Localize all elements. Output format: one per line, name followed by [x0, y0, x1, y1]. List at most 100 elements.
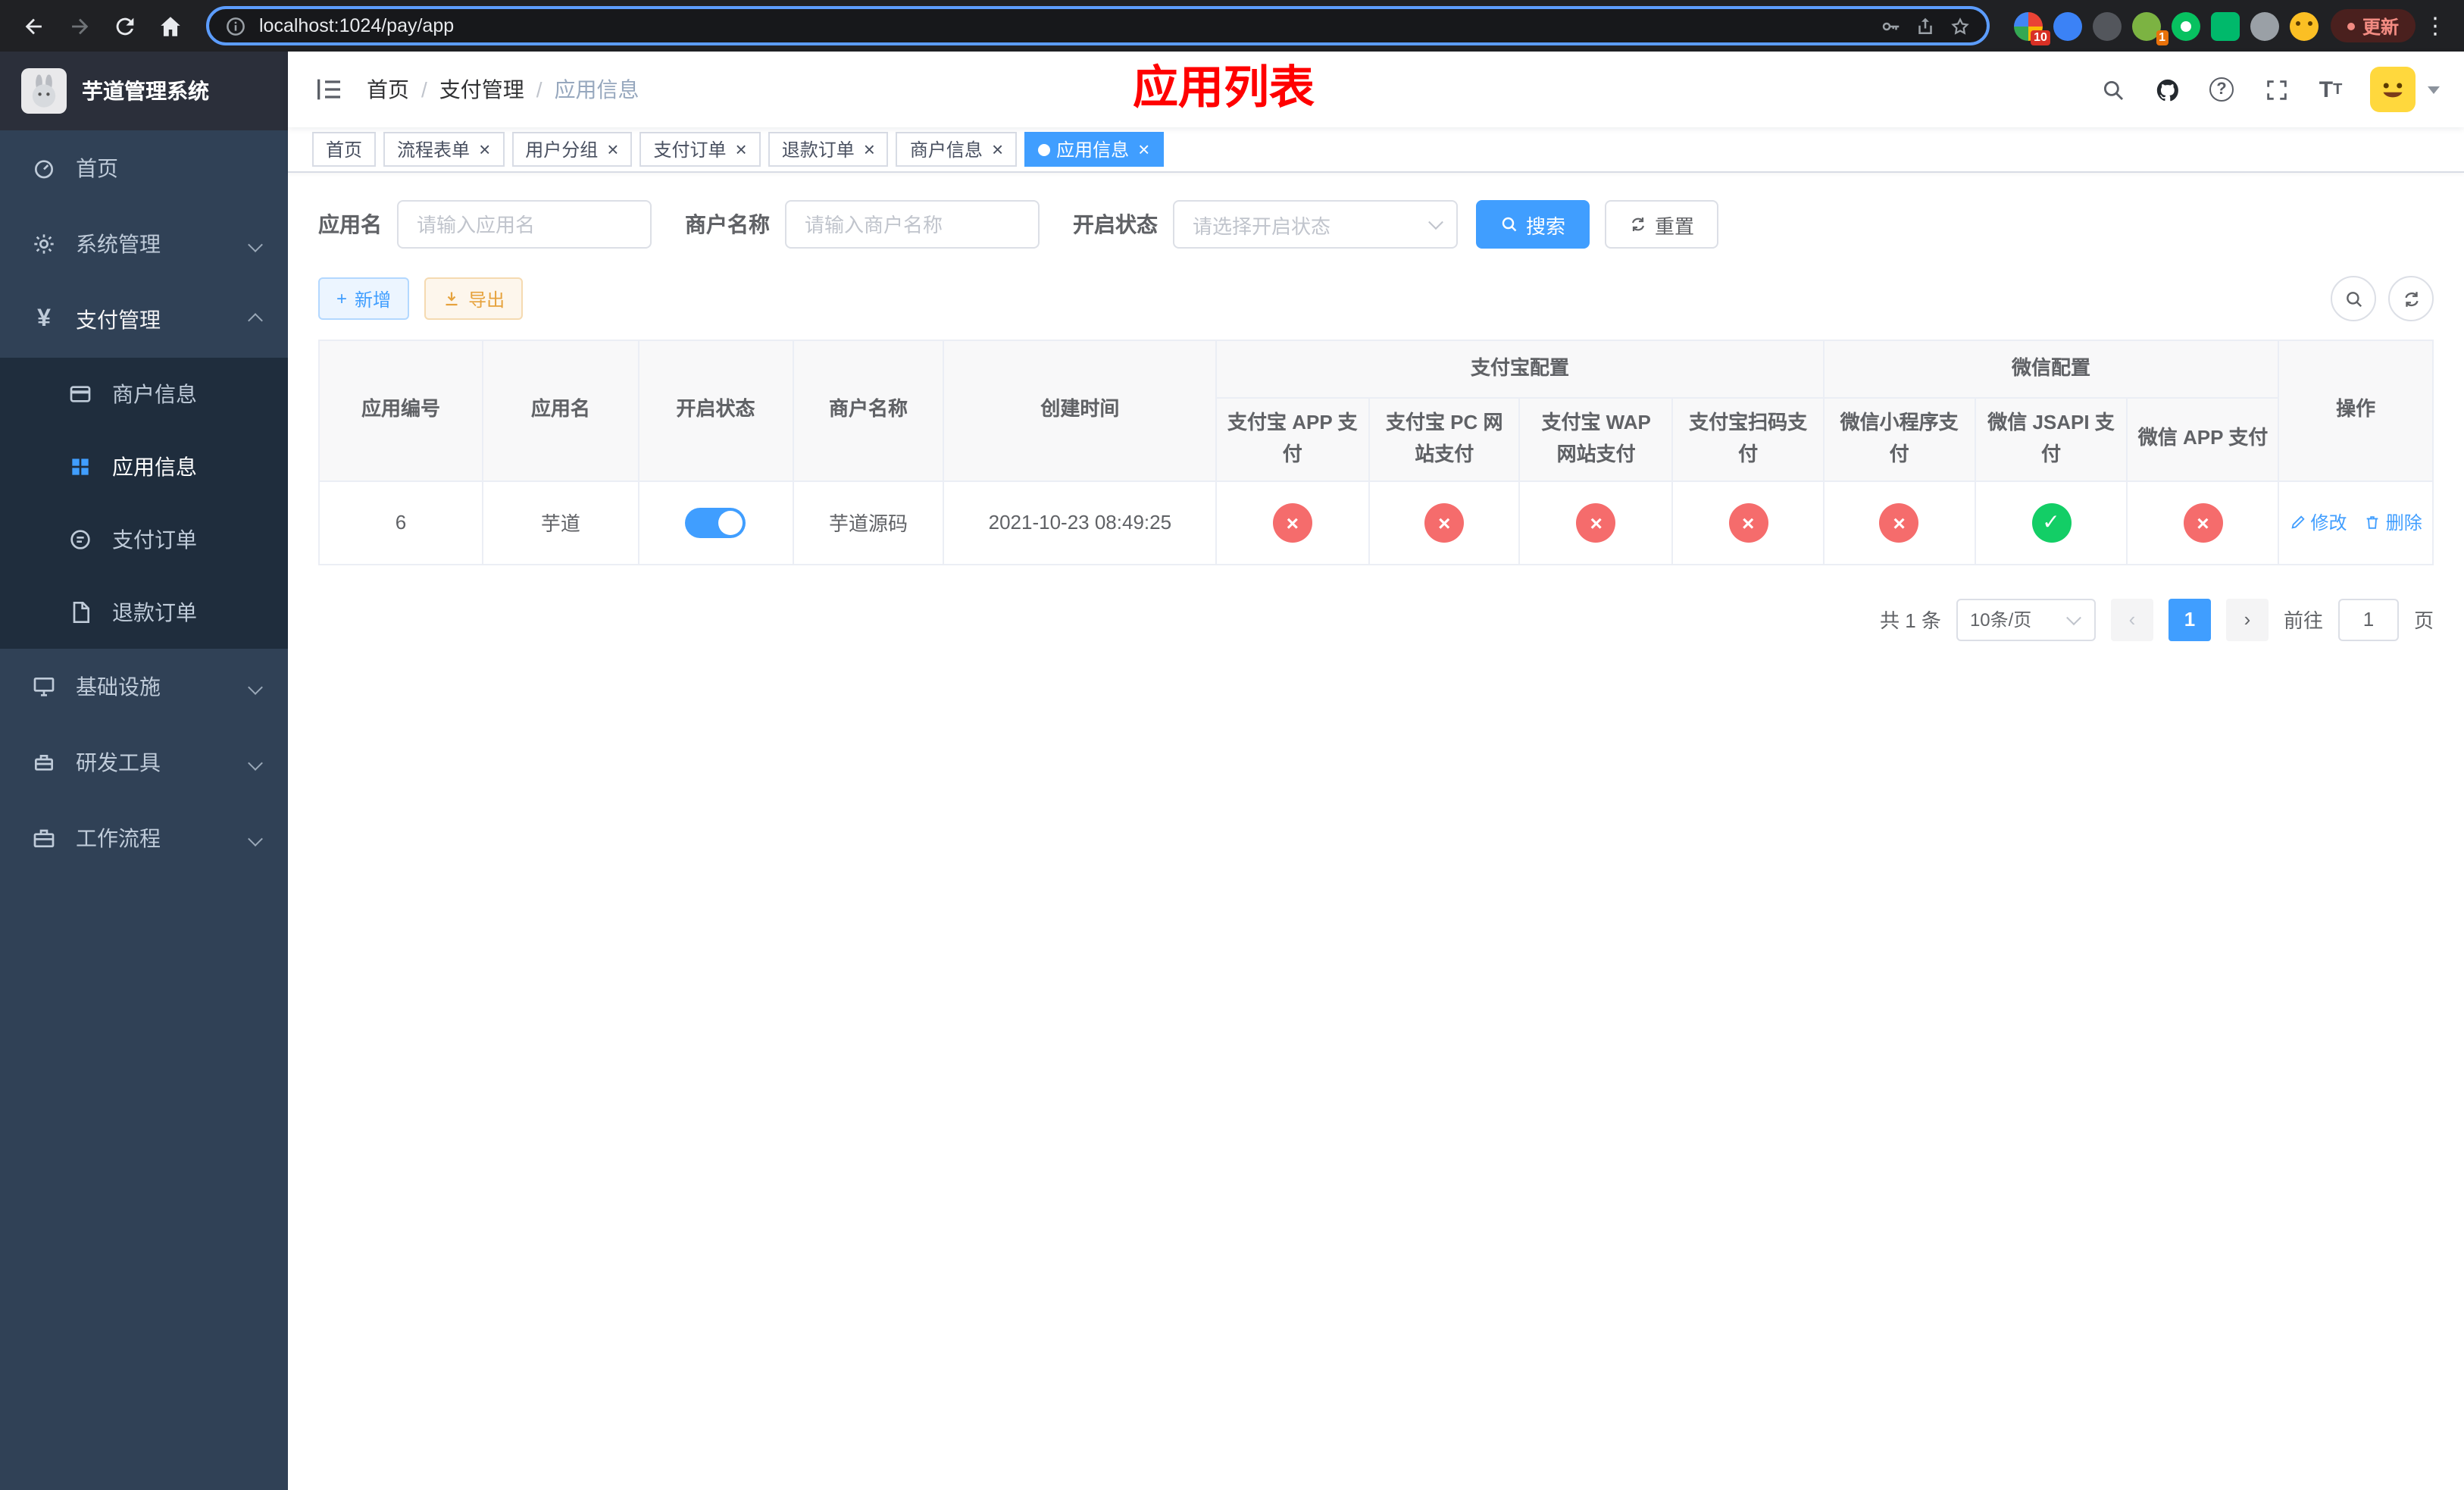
- active-dot-icon: [1038, 143, 1051, 155]
- extension-puzzle-icon[interactable]: [2250, 11, 2279, 40]
- browser-back-button[interactable]: [12, 5, 55, 47]
- browser-home-button[interactable]: [149, 5, 191, 47]
- tab-user-group[interactable]: 用户分组 ×: [511, 132, 633, 167]
- pencil-icon: [2290, 515, 2305, 529]
- toolbox-icon: [30, 749, 58, 776]
- url-text[interactable]: localhost:1024/pay/app: [259, 15, 454, 36]
- sidebar-item-system[interactable]: 系统管理: [0, 206, 288, 282]
- cell-app-name: 芋道: [482, 480, 639, 565]
- edit-button[interactable]: 修改: [2289, 509, 2347, 535]
- col-header-actions: 操作: [2278, 340, 2434, 482]
- toggle-search-button[interactable]: [2331, 276, 2376, 321]
- breadcrumb-home[interactable]: 首页: [367, 74, 409, 105]
- fullscreen-icon[interactable]: [2261, 74, 2291, 105]
- tab-process-form[interactable]: 流程表单 ×: [383, 132, 505, 167]
- tab-refund-order[interactable]: 退款订单 ×: [768, 132, 889, 167]
- yen-icon: ¥: [37, 306, 51, 332]
- tab-close-icon[interactable]: ×: [992, 139, 1003, 159]
- chevron-up-icon: [248, 312, 263, 327]
- add-button[interactable]: + 新增: [318, 277, 410, 320]
- cell-merchant: 芋道源码: [792, 480, 945, 565]
- tab-close-icon[interactable]: ×: [1138, 139, 1149, 159]
- export-button[interactable]: 导出: [424, 277, 524, 320]
- extension-pinwheel-icon[interactable]: 10: [2013, 11, 2050, 45]
- navbar-actions: ? TT: [2097, 67, 2440, 112]
- extension-dark-icon[interactable]: [2092, 11, 2122, 40]
- status-select[interactable]: 请选择开启状态: [1173, 200, 1458, 249]
- update-dot-icon: [2347, 22, 2355, 30]
- search-icon[interactable]: [2097, 74, 2128, 105]
- refresh-table-button[interactable]: [2388, 276, 2434, 321]
- page-title: 应用列表: [1132, 64, 1315, 114]
- browser-reload-button[interactable]: [103, 5, 145, 47]
- app-logo[interactable]: 芋道管理系统: [0, 52, 288, 130]
- sidebar-item-pay-order[interactable]: 支付订单: [0, 503, 288, 576]
- extensions-cluster: 10 1: [2005, 11, 2328, 45]
- reset-button[interactable]: 重置: [1605, 200, 1719, 249]
- goto-page-input[interactable]: [2337, 598, 2399, 641]
- tab-app-info[interactable]: 应用信息 ×: [1024, 132, 1164, 167]
- help-icon[interactable]: ?: [2206, 74, 2237, 105]
- browser-update-button[interactable]: 更新: [2330, 9, 2416, 42]
- share-icon[interactable]: [1914, 14, 1937, 37]
- password-key-icon[interactable]: [1879, 14, 1902, 37]
- dashboard-icon: [30, 155, 58, 182]
- tab-close-icon[interactable]: ×: [607, 139, 618, 159]
- config-status-icon: [2031, 502, 2072, 543]
- delete-button[interactable]: 删除: [2365, 509, 2422, 535]
- breadcrumb: 首页 / 支付管理 / 应用信息: [367, 74, 639, 105]
- extension-face-icon[interactable]: [2289, 11, 2319, 40]
- app-name-input[interactable]: [397, 200, 652, 249]
- sidebar-item-app-info[interactable]: 应用信息: [0, 430, 288, 503]
- breadcrumb-pay-manage[interactable]: 支付管理: [439, 74, 524, 105]
- extension-wechat-icon[interactable]: [2171, 11, 2200, 40]
- tab-close-icon[interactable]: ×: [736, 139, 747, 159]
- next-page-button[interactable]: ›: [2225, 598, 2269, 641]
- cell-created: 2021-10-23 08:49:25: [943, 480, 1218, 565]
- sidebar-item-devtools[interactable]: 研发工具: [0, 725, 288, 800]
- logo-avatar: [21, 68, 67, 114]
- refresh-icon: [2404, 291, 2418, 306]
- extension-avocado-icon[interactable]: 1: [2131, 11, 2169, 45]
- sidebar-collapse-icon[interactable]: [312, 73, 346, 106]
- merchant-name-input[interactable]: [785, 200, 1040, 249]
- font-size-icon[interactable]: TT: [2315, 74, 2346, 105]
- tab-pay-order[interactable]: 支付订单 ×: [639, 132, 761, 167]
- sidebar-item-infrastructure[interactable]: 基础设施: [0, 649, 288, 725]
- col-header-name: 应用名: [482, 340, 639, 482]
- cell-status: [637, 480, 794, 565]
- toolbar-right: [2331, 276, 2434, 321]
- col-group-alipay: 支付宝配置: [1215, 340, 1825, 399]
- current-page-button[interactable]: 1: [2168, 598, 2211, 641]
- browser-forward-button[interactable]: [58, 5, 100, 47]
- extension-green-square-icon[interactable]: [2210, 11, 2240, 40]
- sidebar-item-refund-order[interactable]: 退款订单: [0, 576, 288, 649]
- download-icon: [446, 292, 458, 306]
- chevron-down-icon: [248, 831, 263, 846]
- avatar[interactable]: [2370, 67, 2416, 112]
- chevron-down-icon[interactable]: [2428, 86, 2440, 93]
- tab-close-icon[interactable]: ×: [479, 139, 490, 159]
- site-info-icon[interactable]: [224, 14, 247, 37]
- bookmark-star-icon[interactable]: [1949, 14, 1972, 37]
- table-toolbar: + 新增 导出: [318, 276, 2434, 321]
- extension-drop-icon[interactable]: [2053, 11, 2082, 40]
- tab-merchant-info[interactable]: 商户信息 ×: [896, 132, 1018, 167]
- sidebar-item-workflow[interactable]: 工作流程: [0, 800, 288, 876]
- sidebar-item-merchant-info[interactable]: 商户信息: [0, 358, 288, 430]
- prev-page-button[interactable]: ‹: [2110, 598, 2153, 641]
- tab-close-icon[interactable]: ×: [864, 139, 875, 159]
- sidebar-submenu-pay: 商户信息 应用信息 支付订单 退款订单: [0, 358, 288, 649]
- browser-menu-icon[interactable]: ⋮: [2419, 12, 2452, 39]
- sidebar-item-home[interactable]: 首页: [0, 130, 288, 206]
- status-switch[interactable]: [685, 507, 746, 538]
- search-icon: [2346, 291, 2362, 307]
- page-size-select[interactable]: 10条/页: [1956, 598, 2096, 641]
- search-button[interactable]: 搜索: [1476, 200, 1590, 249]
- sidebar-item-pay[interactable]: ¥ 支付管理: [0, 282, 288, 358]
- address-bar[interactable]: localhost:1024/pay/app: [206, 6, 1990, 45]
- tab-home[interactable]: 首页: [312, 132, 377, 167]
- col-header-wx-mini: 微信小程序支付: [1822, 397, 1976, 482]
- credit-card-icon: [67, 380, 94, 408]
- github-icon[interactable]: [2152, 74, 2182, 105]
